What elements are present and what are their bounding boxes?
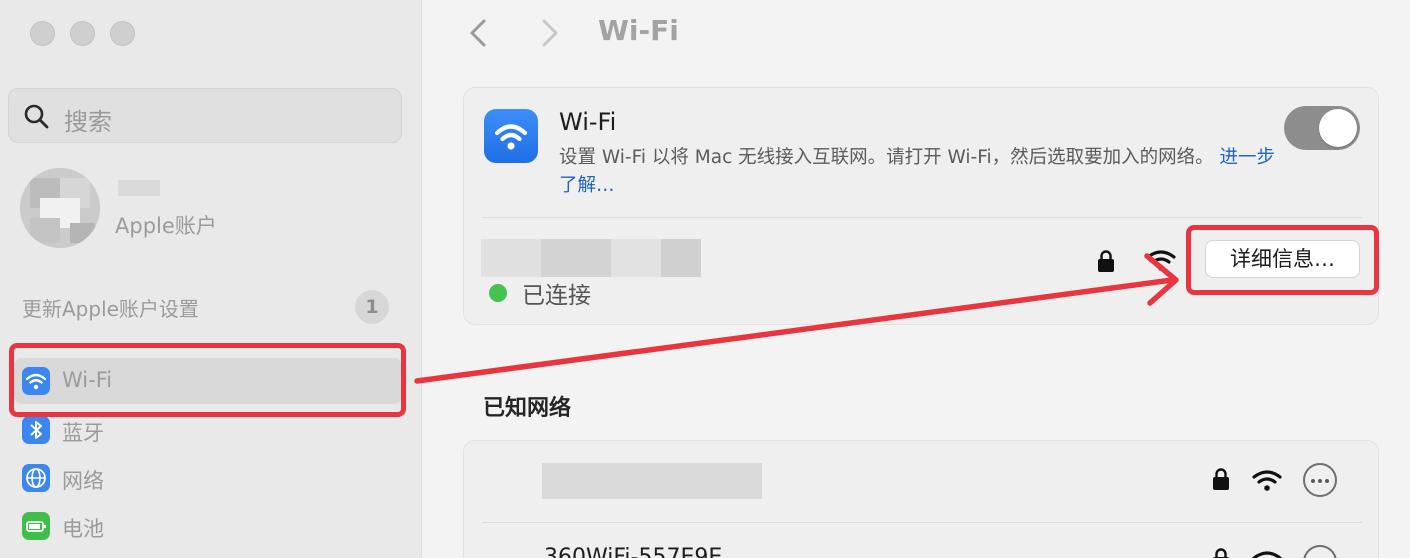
annotation-highlight-details-button — [1186, 225, 1379, 295]
toggle-knob — [1319, 109, 1357, 147]
search-placeholder: 搜索 — [64, 108, 112, 136]
wifi-description-text: 设置 Wi-Fi 以将 Mac 无线接入互联网。请打开 Wi-Fi，然后选取要加… — [559, 147, 1214, 168]
more-options-button[interactable] — [1303, 463, 1337, 497]
system-settings-window: 搜索 Apple账户 更新Apple账户设置 1 Wi-Fi 蓝牙 网络 电池 … — [0, 0, 1410, 558]
annotation-highlight-sidebar-wifi — [9, 343, 406, 417]
back-chevron-icon[interactable] — [464, 17, 492, 49]
page-title: Wi-Fi — [598, 14, 679, 47]
known-networks-title: 已知网络 — [483, 396, 572, 421]
avatar[interactable] — [20, 168, 100, 248]
wifi-toggle[interactable] — [1284, 106, 1360, 150]
more-options-button[interactable] — [1303, 545, 1337, 558]
divider — [482, 522, 1362, 523]
wifi-icon — [484, 109, 538, 163]
update-badge: 1 — [355, 290, 389, 324]
search-field[interactable]: 搜索 — [8, 88, 402, 143]
wifi-signal-icon — [1252, 470, 1282, 491]
account-name-redacted — [118, 180, 160, 196]
update-account-text: 更新Apple账户设置 — [22, 297, 199, 321]
sidebar-item-label: 蓝牙 — [62, 421, 104, 445]
account-label[interactable]: Apple账户 — [115, 210, 217, 240]
known-network-name-redacted — [542, 463, 762, 499]
globe-icon — [22, 464, 50, 492]
known-network-name: 360WiFi-557E9E — [544, 545, 723, 558]
wifi-signal-icon — [1252, 551, 1282, 558]
wifi-description: 设置 Wi-Fi 以将 Mac 无线接入互联网。请打开 Wi-Fi，然后选取要加… — [559, 144, 1279, 200]
sidebar: 搜索 Apple账户 更新Apple账户设置 1 Wi-Fi 蓝牙 网络 电池 — [0, 0, 422, 558]
zoom-window-button[interactable] — [110, 21, 135, 46]
connected-status-dot — [489, 284, 507, 302]
search-icon — [24, 104, 49, 129]
battery-icon — [22, 512, 50, 540]
known-networks-list: 360WiFi-557E9E — [463, 440, 1379, 558]
close-window-button[interactable] — [30, 21, 55, 46]
divider — [482, 217, 1362, 218]
connected-status: 已连接 — [522, 283, 591, 309]
forward-chevron-icon[interactable] — [536, 17, 564, 49]
minimize-window-button[interactable] — [70, 21, 95, 46]
lock-icon — [1098, 250, 1114, 272]
sidebar-item-network[interactable]: 网络 — [14, 455, 402, 501]
update-account-settings[interactable]: 更新Apple账户设置 1 — [22, 290, 392, 326]
wifi-title: Wi-Fi — [559, 108, 617, 136]
lock-icon — [1213, 468, 1229, 490]
wifi-signal-icon — [1146, 250, 1176, 271]
bluetooth-icon — [22, 416, 50, 444]
lock-icon — [1213, 548, 1229, 558]
sidebar-item-battery[interactable]: 电池 — [14, 503, 402, 549]
sidebar-item-label: 电池 — [62, 517, 104, 541]
sidebar-item-label: 网络 — [62, 469, 104, 493]
